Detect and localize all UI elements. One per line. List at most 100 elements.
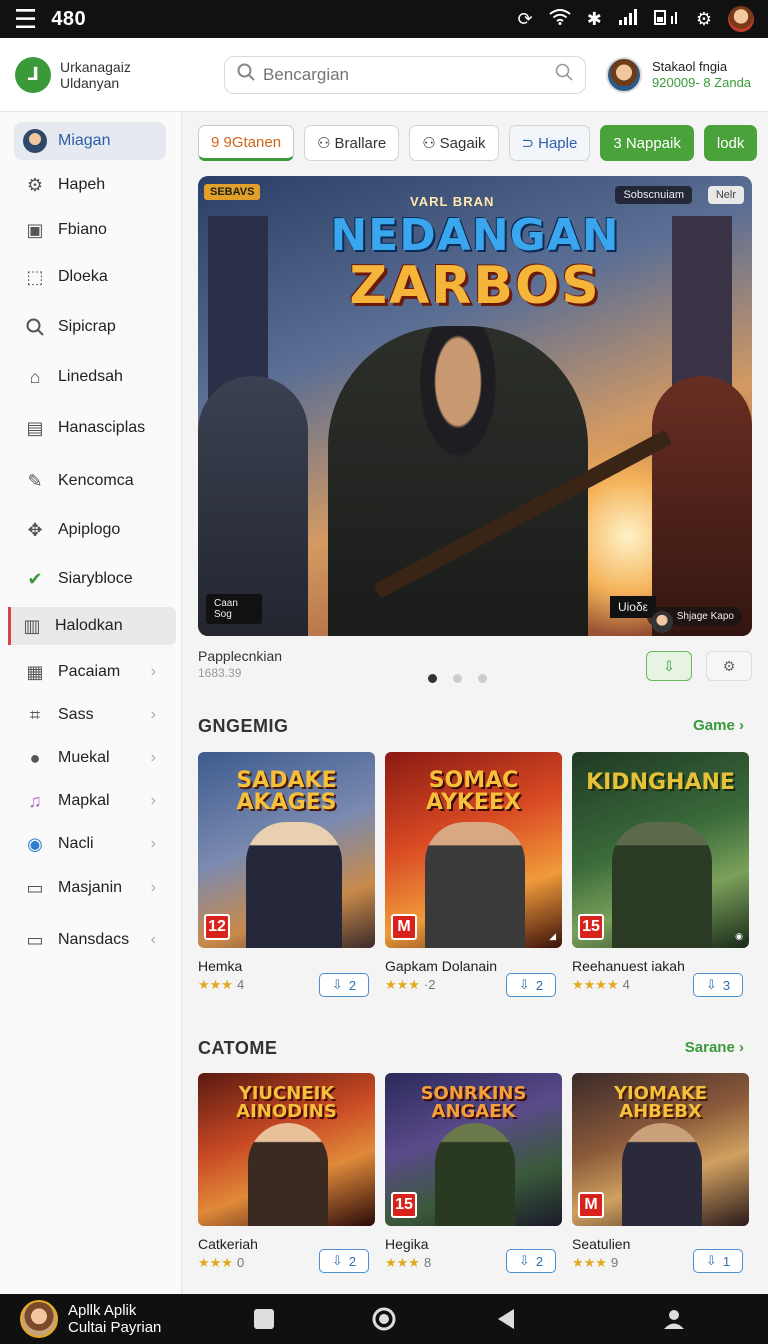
download-icon: ⇩ (705, 977, 717, 992)
game-title: Reehanuest iakah (572, 958, 685, 974)
game-art: SADAKE AKAGES 12 (198, 752, 375, 948)
chevron-right-icon: › (739, 717, 744, 734)
edit-icon: ✎ (27, 470, 43, 491)
sidebar-item-pacaiam[interactable]: ▦ Pacaiam › (14, 653, 166, 691)
section-more-link[interactable]: Game › (693, 717, 744, 734)
search-input[interactable] (263, 64, 555, 85)
game-title: Hemka (198, 958, 243, 974)
user-avatar[interactable] (606, 56, 642, 93)
chevron-left-icon: ‹ (150, 931, 156, 948)
chevron-right-icon: › (739, 1039, 744, 1056)
avatar-icon (22, 128, 48, 154)
chevron-right-icon: › (150, 706, 156, 723)
hero-badge-bottom-left: Caan Sog (206, 594, 262, 624)
download-button[interactable]: ⇩ 2 (319, 1249, 369, 1273)
sidebar-item-siarybloce[interactable]: ✔ Siarybloce (14, 560, 166, 598)
id-card-icon: ▣ (26, 219, 44, 240)
game-card[interactable]: YIUCNEIK AINODINS Catkeriah ★★★ 0 ⇩ 2 (198, 1073, 375, 1273)
download-button[interactable]: ⇩ 1 (693, 1249, 743, 1273)
bottom-avatar[interactable] (20, 1300, 58, 1338)
user-subtitle: 920009- 8 Zanda (652, 74, 752, 90)
user-profile[interactable]: Stakaol fngia 920009- 8 Zanda (606, 56, 752, 93)
search-submit-icon[interactable] (555, 63, 573, 86)
chevron-right-icon: › (150, 749, 156, 766)
game-card[interactable]: KIDNGHANE 15 ◉ Reehanuest iakah ★★★★ 4 ⇩ 3 (572, 752, 749, 997)
messenger-icon: ◉ (27, 833, 43, 854)
sidebar-item-masjanin[interactable]: ▭ Masjanin › (14, 869, 166, 907)
download-button[interactable]: ⇩ 3 (693, 973, 743, 997)
sidebar-item-hapeh[interactable]: ⚙ Hapeh (14, 166, 166, 204)
search-icon (22, 314, 48, 340)
sidebar-item-halodkan[interactable]: ▥ Halodkan (8, 607, 176, 645)
user-name: Stakaol fngia (652, 58, 728, 74)
app-logo: ⅃ (15, 56, 51, 93)
users-icon: ⚇ (317, 135, 331, 152)
download-button[interactable]: ⇩ 2 (319, 973, 369, 997)
profile-avatar-small[interactable] (728, 6, 754, 32)
sidebar-item-sipicrap[interactable]: Sipicrap (14, 308, 166, 346)
hero-download-button[interactable]: ⇩ (646, 651, 692, 681)
list-icon: ▥ (23, 615, 41, 636)
chat-icon: ● (29, 747, 41, 768)
gear-icon: ⚙ (722, 657, 736, 674)
sidebar-item-nansdacs[interactable]: ▭ Nansdacs ‹ (14, 921, 166, 959)
hero-tag-left: SEBAVS (204, 184, 261, 200)
sidebar-item-fbiano[interactable]: ▣ Fbiano (14, 211, 166, 249)
game-art: YIOMAKE AHBEBX M (572, 1073, 749, 1226)
hero-title-line1: NEDANGAN (330, 210, 620, 261)
download-icon: ⇩ (518, 1253, 530, 1268)
filter-chip-2[interactable]: ⚇ Brallare (304, 125, 400, 161)
filter-chip-5[interactable]: 3 Nappaik (600, 125, 694, 161)
sidebar-item-mapkal[interactable]: ♫ Mapkal › (14, 782, 166, 820)
home-button[interactable] (371, 1306, 397, 1332)
filter-chip-4[interactable]: ⊃ Haple (508, 125, 591, 161)
download-button[interactable]: ⇩ 2 (506, 973, 556, 997)
download-icon: ⇩ (518, 977, 530, 992)
back-button[interactable] (493, 1306, 519, 1332)
signal-icon (618, 8, 638, 30)
users-icon: ⚇ (422, 135, 436, 152)
code-icon: ⌗ (29, 704, 41, 725)
hero-settings-button[interactable]: ⚙ (706, 651, 752, 681)
download-button[interactable]: ⇩ 2 (506, 1249, 556, 1273)
search-bar[interactable] (224, 55, 586, 94)
hero-figure-right (652, 376, 752, 636)
battery-icon (653, 9, 680, 30)
hero-banner[interactable]: SEBAVS Sobscnuiam Nelr VARL BRAN NEDANGA… (198, 176, 752, 636)
document-icon: ▤ (26, 417, 44, 438)
recent-apps-button[interactable] (251, 1306, 277, 1332)
filter-chip-6[interactable]: lodk (703, 125, 758, 161)
app-brand: Urkanagaiz Uldanyan (60, 58, 131, 91)
sidebar-item-hanasciplas[interactable]: ▤ Hanasciplas (14, 409, 166, 447)
sidebar-item-sass[interactable]: ⌗ Sass › (14, 696, 166, 734)
game-card[interactable]: SADAKE AKAGES 12 Hemka ★★★ 4 ⇩ 2 (198, 752, 375, 997)
sidebar-item-nacli[interactable]: ◉ Nacli › (14, 825, 166, 863)
game-card[interactable]: YIOMAKE AHBEBX M Seatulien ★★★ 9 ⇩ 1 (572, 1073, 749, 1273)
game-card[interactable]: SONRKINS ANGAEK 15 Hegika ★★★ 8 ⇩ 2 (385, 1073, 562, 1273)
bottom-navigation-bar: Apllk Aplik Cultai Payrian (0, 1294, 768, 1344)
profile-icon[interactable] (661, 1306, 687, 1332)
carousel-dot[interactable] (428, 674, 437, 683)
hero-tag-new: Nelr (707, 186, 744, 204)
filter-chip-3[interactable]: ⚇ Sagaik (409, 125, 499, 161)
sidebar-item-muekal[interactable]: ● Muekal › (14, 739, 166, 777)
sync-icon: ⟳ (517, 8, 533, 29)
carousel-dot[interactable] (453, 674, 462, 683)
sidebar-item-linedsah[interactable]: ⌂ Linedsah (14, 358, 166, 396)
hamburger-menu-icon[interactable]: ☰ (14, 6, 37, 32)
section-more-link[interactable]: Sarane › (685, 1039, 744, 1056)
chevron-right-icon: › (150, 879, 156, 896)
carousel-dot[interactable] (478, 674, 487, 683)
carousel-dots (428, 674, 487, 683)
app-header: ⅃ Urkanagaiz Uldanyan Stakaol fngia 9200… (0, 38, 768, 112)
sidebar-item-dloeka[interactable]: ⬚ Dloeka (14, 258, 166, 296)
sidebar-item-kencomca[interactable]: ✎ Kencomca (14, 462, 166, 500)
sidebar-item-apiplogo[interactable]: ✥ Apiplogo (14, 511, 166, 549)
gear-icon: ⚙ (26, 174, 44, 195)
hero-user-badge[interactable]: Shjage Kapo (646, 607, 742, 633)
filter-chip-1[interactable]: 9 9Gtanen (198, 125, 295, 161)
hero-title-line2: ZARBOS (349, 256, 601, 316)
game-card[interactable]: SOMAC AYKEEX M ◢ Gapkam Dolanain ★★★ ·2 ⇩… (385, 752, 562, 997)
music-icon: ♫ (28, 790, 42, 811)
sidebar-item-miagan[interactable]: Miagan (14, 122, 166, 160)
